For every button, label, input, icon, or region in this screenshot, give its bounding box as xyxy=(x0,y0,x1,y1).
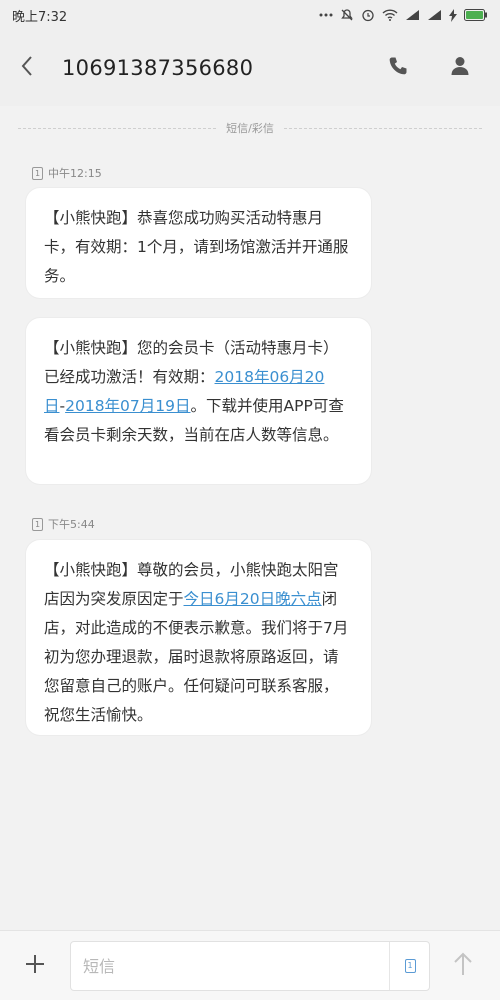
status-time: 晚上7:32 xyxy=(12,9,68,25)
date-link[interactable]: 今日6月20日晚六点 xyxy=(184,590,322,608)
message-input-container: 1 xyxy=(70,941,430,991)
message-bubble[interactable]: 【小熊快跑】您的会员卡（活动特惠月卡）已经成功激活！有效期：2018年06月20… xyxy=(26,318,371,484)
signal-icon xyxy=(405,9,420,21)
composer-bar: 1 xyxy=(0,930,500,1000)
status-bar: 晚上7:32 xyxy=(0,0,500,30)
message-text: 闭店，对此造成的不便表示歉意。我们将于7月初为您办理退款，届时退款将原路返回，请… xyxy=(44,590,349,724)
back-button[interactable] xyxy=(20,48,44,88)
sim-card-icon: 1 xyxy=(32,166,43,180)
chevron-left-icon xyxy=(20,55,34,81)
person-icon xyxy=(451,56,469,80)
plus-icon xyxy=(24,953,46,979)
alarm-icon xyxy=(361,8,375,22)
call-button[interactable] xyxy=(378,48,418,88)
battery-icon xyxy=(464,9,488,21)
more-icon xyxy=(319,13,333,17)
add-attachment-button[interactable] xyxy=(20,951,50,981)
sim-select-button[interactable]: 1 xyxy=(390,942,430,990)
charging-icon xyxy=(449,8,457,22)
divider-line-left xyxy=(18,127,217,129)
timestamp-text: 中午12:15 xyxy=(48,167,102,180)
message-bubble[interactable]: 【小熊快跑】尊敬的会员，小熊快跑太阳宫店因为突发原因定于今日6月20日晚六点闭店… xyxy=(26,540,371,735)
divider-line-right xyxy=(283,127,482,129)
message-input[interactable] xyxy=(71,942,389,990)
phone-icon xyxy=(388,56,408,80)
conversation-title: 10691387356680 xyxy=(62,56,254,80)
timestamp: 1 下午5:44 xyxy=(32,516,95,532)
message-type-divider: 短信/彩信 xyxy=(18,118,482,138)
arrow-up-icon xyxy=(453,952,473,980)
message-text: 【小熊快跑】恭喜您成功购买活动特惠月卡，有效期：1个月，请到场馆激活并开通服务。 xyxy=(44,209,349,285)
contact-button[interactable] xyxy=(440,48,480,88)
conversation-header: 10691387356680 xyxy=(0,30,500,106)
status-icons xyxy=(319,8,488,22)
send-button[interactable] xyxy=(446,949,480,983)
date-link[interactable]: 2018年07月19日 xyxy=(65,397,190,415)
message-type-label: 短信/彩信 xyxy=(226,122,274,135)
wifi-icon xyxy=(382,9,398,21)
timestamp: 1 中午12:15 xyxy=(32,165,102,181)
sim-card-icon: 1 xyxy=(32,517,43,531)
timestamp-text: 下午5:44 xyxy=(48,518,95,531)
silent-icon xyxy=(340,8,354,22)
signal-icon-2 xyxy=(427,9,442,21)
sim-card-icon: 1 xyxy=(404,959,416,973)
message-bubble[interactable]: 【小熊快跑】恭喜您成功购买活动特惠月卡，有效期：1个月，请到场馆激活并开通服务。 xyxy=(26,188,371,298)
